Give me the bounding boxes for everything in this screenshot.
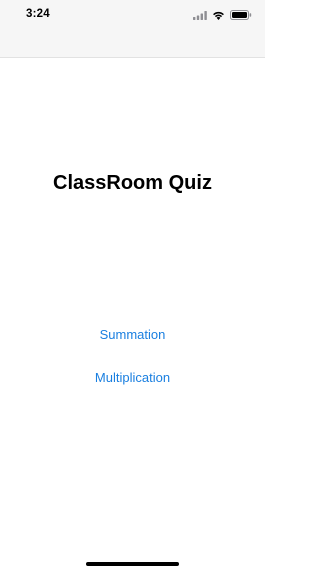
- app-screen: 3:24 ClassRoom Quiz Summation Multiplica…: [0, 0, 265, 574]
- signal-icon: [193, 10, 207, 20]
- status-time: 3:24: [26, 8, 50, 20]
- home-indicator[interactable]: [86, 562, 179, 566]
- battery-icon: [230, 10, 252, 20]
- navigation-bar: 3:24: [0, 0, 265, 58]
- page-title: ClassRoom Quiz: [53, 172, 212, 194]
- summation-button[interactable]: Summation: [0, 327, 265, 342]
- wifi-icon: [212, 11, 225, 20]
- multiplication-button[interactable]: Multiplication: [0, 370, 265, 385]
- status-icons: [193, 9, 252, 21]
